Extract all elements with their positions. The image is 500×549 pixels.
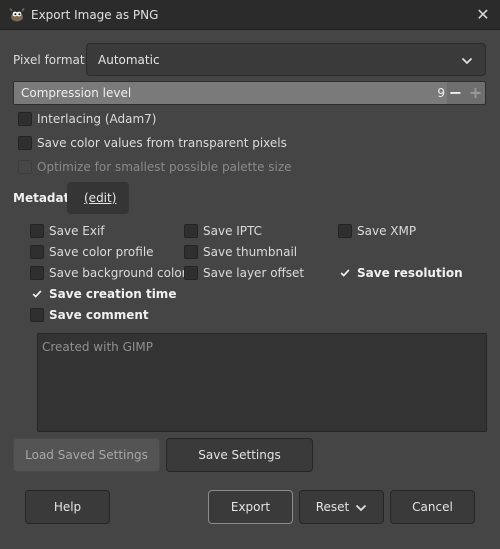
save-iptc-checkbox[interactable] [184, 224, 198, 238]
metadata-edit-button[interactable]: (edit) [67, 182, 129, 214]
chevron-down-icon [356, 504, 367, 511]
gimp-wilber-icon [9, 8, 25, 22]
save-thumbnail-label: Save thumbnail [203, 245, 298, 259]
save-creation-time-checkbox[interactable] [30, 287, 44, 301]
save-thumbnail-checkbox[interactable] [184, 245, 198, 259]
comment-text: Created with GIMP [42, 340, 154, 354]
checkmark-icon [340, 269, 350, 277]
save-bg-color-label: Save background color [49, 266, 187, 280]
title-bar: Export Image as PNG ✕ [0, 0, 500, 30]
close-icon: ✕ [476, 5, 490, 24]
save-resolution-checkbox[interactable] [338, 266, 352, 280]
save-color-profile-checkbox[interactable] [30, 245, 44, 259]
interlacing-label: Interlacing (Adam7) [37, 112, 157, 126]
save-transparent-label: Save color values from transparent pixel… [37, 136, 287, 150]
save-layer-offset-checkbox[interactable] [184, 266, 198, 280]
interlacing-checkbox[interactable] [18, 112, 32, 126]
minus-icon: − [448, 83, 463, 102]
save-color-profile-label: Save color profile [49, 245, 154, 259]
increase-button[interactable]: + [466, 82, 485, 104]
pixel-format-label: Pixel format [13, 53, 85, 67]
help-button[interactable]: Help [25, 490, 110, 524]
save-xmp-label: Save XMP [357, 224, 417, 238]
compression-level-value: 9 [437, 86, 445, 100]
metadata-edit-label: (edit) [84, 191, 117, 205]
checkmark-icon [32, 290, 42, 298]
window-title: Export Image as PNG [31, 8, 159, 22]
save-settings-button[interactable]: Save Settings [166, 438, 313, 472]
save-iptc-label: Save IPTC [203, 224, 263, 238]
save-creation-time-label: Save creation time [49, 287, 177, 301]
optimize-palette-checkbox [18, 160, 32, 174]
chevron-down-icon [461, 57, 473, 65]
decrease-button[interactable]: − [446, 82, 465, 104]
pixel-format-dropdown[interactable]: Automatic [86, 43, 486, 76]
save-bg-color-checkbox[interactable] [30, 266, 44, 280]
save-transparent-checkbox[interactable] [18, 136, 32, 150]
save-comment-label: Save comment [49, 308, 149, 322]
load-saved-settings-button: Load Saved Settings [13, 438, 160, 472]
plus-icon: + [468, 83, 483, 102]
optimize-palette-label: Optimize for smallest possible palette s… [37, 160, 292, 174]
save-layer-offset-label: Save layer offset [203, 266, 305, 280]
save-xmp-checkbox[interactable] [338, 224, 352, 238]
cancel-button[interactable]: Cancel [390, 490, 475, 524]
save-exif-label: Save Exif [49, 224, 105, 238]
compression-level-spinscale[interactable]: Compression level 9 − + [13, 81, 486, 105]
export-button[interactable]: Export [208, 490, 293, 524]
comment-textarea[interactable]: Created with GIMP [37, 333, 487, 432]
save-exif-checkbox[interactable] [30, 224, 44, 238]
save-comment-checkbox[interactable] [30, 308, 44, 322]
reset-button[interactable]: Reset [299, 490, 384, 524]
pixel-format-value: Automatic [98, 53, 160, 67]
reset-label: Reset [315, 500, 350, 514]
save-resolution-label: Save resolution [357, 266, 463, 280]
close-button[interactable]: ✕ [474, 6, 492, 24]
compression-level-label: Compression level [21, 86, 132, 100]
